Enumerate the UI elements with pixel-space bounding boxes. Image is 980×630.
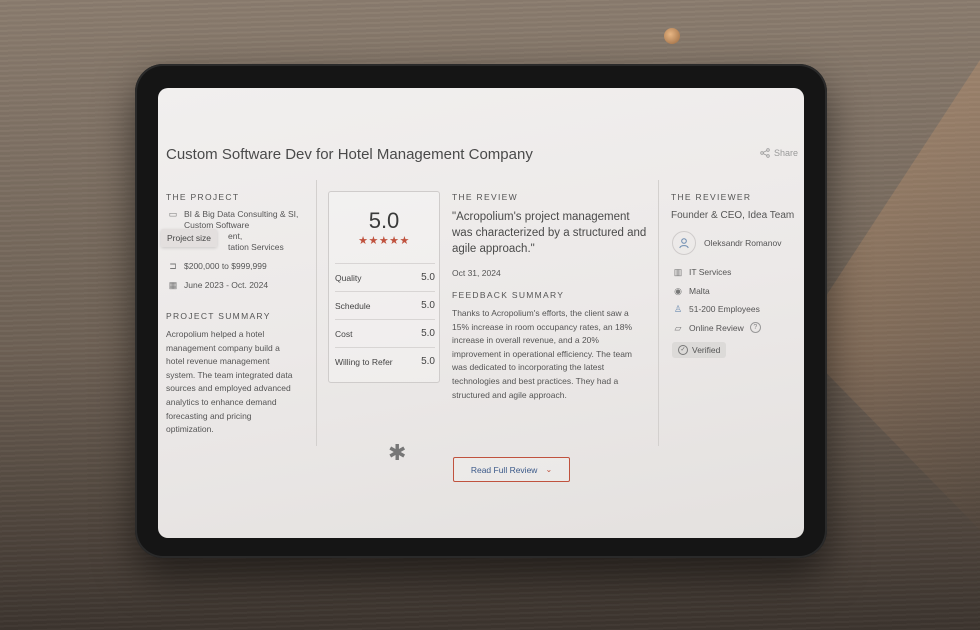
project-dates: ▦ June 2023 - Oct. 2024 <box>168 280 268 290</box>
verified-badge: ✓ Verified <box>672 342 727 358</box>
rating-value: 5.0 <box>421 272 435 283</box>
summary-line: optimization. <box>166 424 214 435</box>
reviewer-identity: Oleksandr Romanov <box>672 231 781 255</box>
feedback-line: technologies and best practices. They ha… <box>452 375 619 386</box>
overall-score: 5.0 <box>368 208 400 233</box>
summary-line: system. The team integrated data <box>166 369 293 380</box>
company-size-value: 51-200 Employees <box>689 304 760 314</box>
rating-value: 5.0 <box>421 356 435 367</box>
review-date: Oct 31, 2024 <box>452 268 501 278</box>
feedback-line: was dedicated to incorporating the lates… <box>452 362 605 373</box>
share-icon <box>760 148 770 158</box>
feedback-line: structured and agile approach. <box>452 389 567 400</box>
project-budget: ⊐ $200,000 to $999,999 <box>168 261 267 271</box>
review-quote: "Acropolium's project management was cha… <box>452 209 652 257</box>
rating-card: 5.0 ★★★★★ Quality 5.0 Schedule 5.0 Cost … <box>328 191 440 383</box>
reviewer-heading: THE REVIEWER <box>671 192 752 202</box>
feedback-summary-heading: FEEDBACK SUMMARY <box>452 290 565 300</box>
asterisk-icon: ✱ <box>388 440 407 465</box>
person-icon: ♙ <box>673 304 683 314</box>
tag-icon: ⊐ <box>169 261 177 271</box>
share-button[interactable]: Share <box>760 148 798 158</box>
column-divider <box>658 180 659 446</box>
reviewer-company-size: ♙ 51-200 Employees <box>673 304 760 314</box>
rating-value: 5.0 <box>421 328 435 339</box>
rating-label: Willing to Refer <box>335 356 393 367</box>
reviewer-industry: ▥ IT Services <box>673 267 732 277</box>
feedback-line: Thanks to Acropolium's efforts, the clie… <box>452 308 629 318</box>
rating-row-willing-to-refer: Willing to Refer 5.0 <box>335 347 435 375</box>
location-value: Malta <box>689 286 710 296</box>
read-full-review-button[interactable]: Read Full Review ⌄ <box>453 457 570 482</box>
monitor-icon: ▭ <box>168 209 178 219</box>
rating-label: Cost <box>335 328 353 339</box>
project-summary: Acropolium helped a hotel management com… <box>166 328 306 437</box>
chevron-down-icon: ⌄ <box>545 465 553 474</box>
project-heading: THE PROJECT <box>166 192 240 202</box>
column-divider <box>316 180 317 446</box>
avatar <box>672 231 696 255</box>
reviewer-review-type: ▱ Online Review ? <box>673 322 761 333</box>
quote-line: "Acropolium's project management <box>452 211 630 223</box>
rating-row-schedule: Schedule 5.0 <box>335 291 435 319</box>
check-circle-icon: ✓ <box>678 345 688 355</box>
page-title: Custom Software Dev for Hotel Management… <box>166 146 533 163</box>
review-card: Custom Software Dev for Hotel Management… <box>158 88 804 538</box>
verified-label: Verified <box>692 345 721 355</box>
star-rating: ★★★★★ <box>358 235 410 247</box>
feedback-line: improvement in operational efficiency. T… <box>452 348 633 359</box>
industry-value: IT Services <box>689 267 732 277</box>
summary-line: analytics to enhance demand <box>166 396 277 407</box>
building-icon: ▥ <box>673 267 683 277</box>
calendar-icon: ▦ <box>168 280 178 290</box>
summary-line: forecasting and pricing <box>166 410 252 421</box>
user-icon <box>679 238 689 249</box>
review-heading: THE REVIEW <box>452 192 518 202</box>
chat-icon: ▱ <box>674 322 682 333</box>
help-icon[interactable]: ? <box>749 322 761 333</box>
project-size-tooltip: Project size <box>161 229 217 247</box>
services-line: BI & Big Data Consulting & SI, <box>184 209 299 219</box>
rating-row-cost: Cost 5.0 <box>335 319 435 347</box>
feedback-line: 15% increase in room occupancy rates, an… <box>452 321 633 332</box>
rating-label: Quality <box>335 272 362 283</box>
reviewer-name: Oleksandr Romanov <box>704 238 782 248</box>
share-label: Share <box>774 148 799 158</box>
quote-line: was characterized by a structured and <box>452 227 647 239</box>
rating-row-quality: Quality 5.0 <box>335 263 435 291</box>
location-pin-icon: ◉ <box>674 286 682 296</box>
review-type-value: Online Review <box>689 322 744 333</box>
summary-line: Acropolium helped a hotel <box>166 329 265 339</box>
rating-label: Schedule <box>335 300 371 311</box>
budget-value: $200,000 to $999,999 <box>184 261 267 271</box>
reviewer-role: Founder & CEO, Idea Team <box>671 210 795 221</box>
feedback-line: increase in overall revenue, and a 20% <box>452 335 599 346</box>
summary-line: management company build a <box>166 342 280 353</box>
reviewer-location: ◉ Malta <box>673 286 710 296</box>
rating-value: 5.0 <box>421 300 435 311</box>
summary-line: hotel revenue management <box>166 356 270 367</box>
background-dot <box>664 28 680 44</box>
dates-value: June 2023 - Oct. 2024 <box>184 280 269 290</box>
summary-line: sources and employed advanced <box>166 383 291 394</box>
read-full-review-label: Read Full Review <box>470 464 538 475</box>
project-summary-heading: PROJECT SUMMARY <box>166 311 271 321</box>
quote-line: agile approach." <box>452 243 535 255</box>
feedback-summary: Thanks to Acropolium's efforts, the clie… <box>452 307 652 402</box>
